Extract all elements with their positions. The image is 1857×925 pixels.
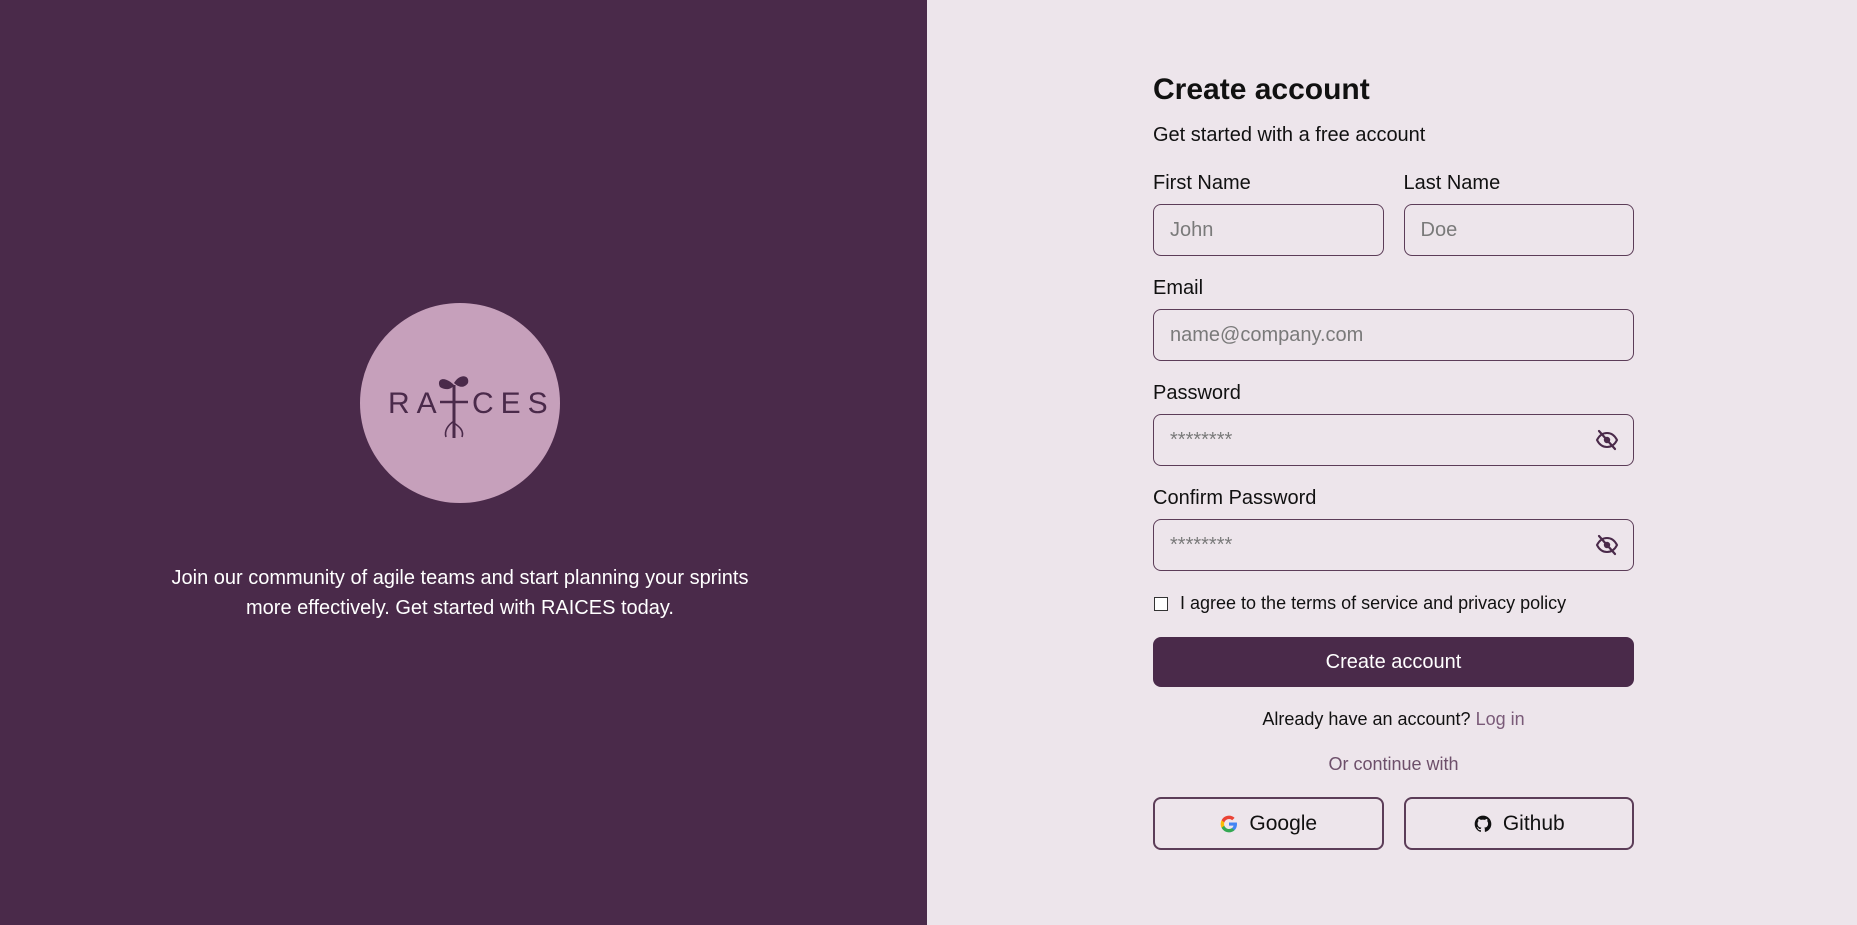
last-name-wrap xyxy=(1403,204,1634,256)
raices-logo: RA CES xyxy=(360,303,560,503)
email-wrap xyxy=(1153,309,1634,361)
email-input[interactable] xyxy=(1153,309,1634,361)
google-label: Google xyxy=(1249,811,1318,835)
login-prompt: Already have an account? xyxy=(1262,709,1471,729)
brand-panel: RA CES Join our community of agile teams… xyxy=(0,0,927,925)
first-name-wrap xyxy=(1153,204,1384,256)
confirm-password-input[interactable] xyxy=(1153,519,1634,571)
confirm-password-group: Confirm Password xyxy=(1153,485,1634,571)
login-prompt-line: Already have an account? Log in xyxy=(1153,709,1634,730)
last-name-input[interactable] xyxy=(1403,204,1634,256)
svg-text:CES: CES xyxy=(472,387,555,420)
signup-form: Create account Get started with a free a… xyxy=(1153,70,1634,850)
confirm-password-wrap xyxy=(1153,519,1634,571)
first-name-label: First Name xyxy=(1153,172,1251,194)
signup-panel: Create account Get started with a free a… xyxy=(927,0,1857,925)
github-icon xyxy=(1474,815,1492,832)
terms-checkbox[interactable] xyxy=(1154,596,1168,611)
form-title: Create account xyxy=(1153,73,1370,106)
brand-tagline: Join our community of agile teams and st… xyxy=(171,567,749,619)
github-login-button[interactable]: Github xyxy=(1403,797,1634,850)
login-link[interactable]: Log in xyxy=(1476,709,1525,729)
create-account-button[interactable]: Create account xyxy=(1153,637,1634,687)
svg-text:RA: RA xyxy=(388,387,444,420)
email-label: Email xyxy=(1153,277,1204,299)
password-group: Password xyxy=(1153,380,1634,466)
first-name-group: First Name xyxy=(1153,170,1384,256)
terms-row: I agree to the terms of service and priv… xyxy=(1153,593,1634,614)
eye-off-icon[interactable] xyxy=(1594,533,1620,557)
password-input[interactable] xyxy=(1153,414,1634,466)
github-label: Github xyxy=(1502,811,1565,835)
name-row: First Name Last Name xyxy=(1153,170,1634,256)
terms-label[interactable]: I agree to the terms of service and priv… xyxy=(1180,593,1566,614)
email-group: Email xyxy=(1153,275,1634,361)
password-wrap xyxy=(1153,414,1634,466)
google-icon xyxy=(1221,815,1238,832)
or-continue-text: Or continue with xyxy=(1328,754,1459,774)
confirm-password-label: Confirm Password xyxy=(1153,487,1317,509)
social-login-row: Google Github xyxy=(1153,797,1634,850)
last-name-label: Last Name xyxy=(1403,172,1501,194)
last-name-group: Last Name xyxy=(1403,170,1634,256)
google-login-button[interactable]: Google xyxy=(1153,797,1384,850)
eye-off-icon[interactable] xyxy=(1594,428,1620,452)
form-subtitle: Get started with a free account xyxy=(1153,124,1426,146)
raices-logo-icon: RA CES xyxy=(388,376,555,438)
first-name-input[interactable] xyxy=(1153,204,1384,256)
password-label: Password xyxy=(1153,382,1241,404)
